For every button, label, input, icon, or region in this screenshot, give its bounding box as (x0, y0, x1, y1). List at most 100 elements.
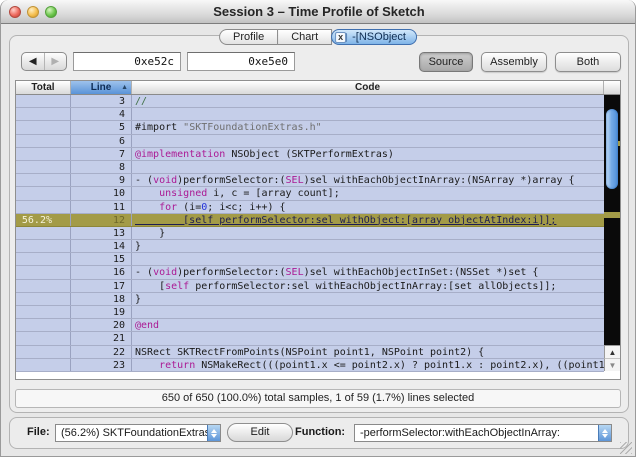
line-number-cell: 15 (71, 253, 132, 266)
line-number-cell: 13 (71, 226, 132, 240)
table-row[interactable]: 6 (16, 134, 604, 148)
line-number-cell: 14 (71, 240, 132, 253)
line-number-cell: 18 (71, 292, 132, 305)
total-cell: 56.2% (16, 213, 71, 226)
table-row[interactable]: 23 return NSMakeRect(((point1.x <= point… (16, 358, 604, 372)
status-text: 650 of 650 (100.0%) total samples, 1 of … (161, 392, 475, 404)
table-row[interactable]: 5 #import "SKTFoundationExtras.h" (16, 121, 604, 135)
table-row[interactable]: 14} (16, 240, 604, 254)
total-cell (16, 253, 71, 266)
table-row[interactable]: 19 (16, 306, 604, 320)
nav-forward-button[interactable]: ▶ (45, 53, 67, 70)
line-number-cell: 7 (71, 147, 132, 160)
line-number-cell: 4 (71, 108, 132, 121)
total-cell (16, 200, 71, 213)
code-cell: } (135, 293, 142, 305)
back-icon: ◀ (28, 56, 37, 67)
window-title: Session 3 – Time Profile of Sketch (213, 4, 425, 19)
total-cell (16, 266, 71, 279)
resize-grip[interactable] (620, 442, 632, 454)
line-number-cell: 22 (71, 345, 132, 358)
table-row[interactable]: 21 (16, 332, 604, 346)
code-cell: [self performSelector:sel withObject:[ar… (135, 214, 557, 226)
table-row[interactable]: 15 (16, 253, 604, 267)
edit-button[interactable]: Edit (227, 423, 293, 442)
function-popup-value: -performSelector:withEachObjectInArray: (360, 427, 560, 439)
footer-bar: File: (56.2%) SKTFoundationExtras Edit F… (9, 417, 629, 449)
scroll-up-button[interactable]: ▲ (604, 345, 620, 358)
code-table: Total Line ▲ Code 3//4 5 #import "SKTFounda… (15, 80, 621, 380)
table-row[interactable]: 3// (16, 95, 604, 109)
code-column-header[interactable]: Code (132, 81, 604, 94)
code-cell: for (i=0; i<c; i++) { (159, 201, 286, 213)
table-row[interactable]: 4 (16, 108, 604, 122)
table-row[interactable]: 16- (void)performSelector:(SEL)sel withE… (16, 266, 604, 280)
line-number-cell: 19 (71, 306, 132, 319)
scrollbar-track[interactable] (604, 95, 620, 345)
line-column-label: Line (90, 82, 112, 93)
scrollbar-thumb[interactable] (606, 109, 618, 189)
total-column-header[interactable]: Total (16, 81, 71, 94)
table-row[interactable]: 13 } (16, 226, 604, 241)
table-row[interactable]: 10 unsigned i, c = [array count]; (16, 187, 604, 201)
scroll-down-button[interactable]: ▼ (604, 358, 620, 371)
vertical-scrollbar[interactable]: ▲ ▼ (604, 95, 620, 372)
table-row[interactable]: 17 [self performSelector:sel withEachObj… (16, 279, 604, 293)
line-number-cell: 6 (71, 134, 132, 147)
line-number-cell: 20 (71, 319, 132, 332)
function-label: Function: (295, 426, 346, 438)
table-row[interactable]: 11 for (i=0; i<c; i++) { (16, 200, 604, 214)
table-row[interactable]: 18} (16, 292, 604, 306)
line-number-cell: 23 (71, 358, 132, 371)
tab-close-icon[interactable]: x (335, 31, 347, 43)
forward-icon: ▶ (51, 56, 60, 67)
code-cell (132, 332, 604, 344)
total-cell (16, 121, 71, 134)
address-field-end[interactable] (187, 52, 295, 71)
code-cell (132, 253, 604, 265)
tab-nsobject[interactable]: x -[NSObject (331, 29, 417, 45)
tab-strip: Profile Chart x -[NSObject (219, 29, 417, 45)
both-button[interactable]: Both (555, 52, 621, 72)
file-label: File: (27, 426, 50, 438)
title-bar[interactable]: Session 3 – Time Profile of Sketch (1, 0, 635, 24)
code-cell: // (135, 96, 148, 107)
total-cell (16, 292, 71, 305)
assembly-button[interactable]: Assembly (481, 52, 547, 72)
window: Session 3 – Time Profile of Sketch Profi… (0, 0, 636, 457)
scrollbar-corner (604, 81, 620, 94)
tab-nsobject-label: -[NSObject (352, 30, 406, 43)
total-cell (16, 160, 71, 174)
line-number-cell: 10 (71, 187, 132, 200)
address-field-start[interactable] (73, 52, 181, 71)
line-column-header[interactable]: Line ▲ (71, 81, 132, 94)
line-number-cell: 12 (71, 213, 132, 226)
scroll-up-icon: ▲ (608, 348, 617, 357)
total-cell (16, 108, 71, 121)
table-row[interactable]: 22 NSRect SKTRectFromPoints(NSPoint point… (16, 345, 604, 359)
file-popup[interactable]: (56.2%) SKTFoundationExtras (55, 424, 221, 442)
table-bottom-filler (16, 372, 620, 379)
code-cell: return NSMakeRect(((point1.x <= point2.x… (159, 359, 604, 371)
total-cell (16, 240, 71, 253)
table-row[interactable]: 56.2% 12 [self performSelector:sel withOb… (16, 213, 604, 227)
line-number-cell: 17 (71, 279, 132, 292)
table-row[interactable]: 7 @implementation NSObject (SKTPerformExt… (16, 147, 604, 161)
tab-profile[interactable]: Profile (219, 29, 278, 45)
scroll-down-icon: ▼ (608, 361, 617, 370)
tab-chart[interactable]: Chart (277, 29, 333, 45)
table-row[interactable]: 20 @end (16, 319, 604, 333)
total-cell (16, 147, 71, 160)
table-row[interactable]: 9- (void)performSelector:(SEL)sel withEa… (16, 174, 604, 188)
total-cell (16, 95, 71, 108)
line-number-cell: 3 (71, 95, 132, 108)
line-number-cell: 16 (71, 266, 132, 279)
function-popup[interactable]: -performSelector:withEachObjectInArray: (354, 424, 612, 442)
line-number-cell: 11 (71, 200, 132, 213)
total-cell (16, 134, 71, 147)
line-number-cell: 9 (71, 174, 132, 187)
table-row[interactable]: 8 (16, 160, 604, 175)
code-cell: - (void)performSelector:(SEL)sel withEac… (135, 175, 575, 187)
nav-back-button[interactable]: ◀ (22, 53, 45, 70)
source-button[interactable]: Source (419, 52, 473, 72)
